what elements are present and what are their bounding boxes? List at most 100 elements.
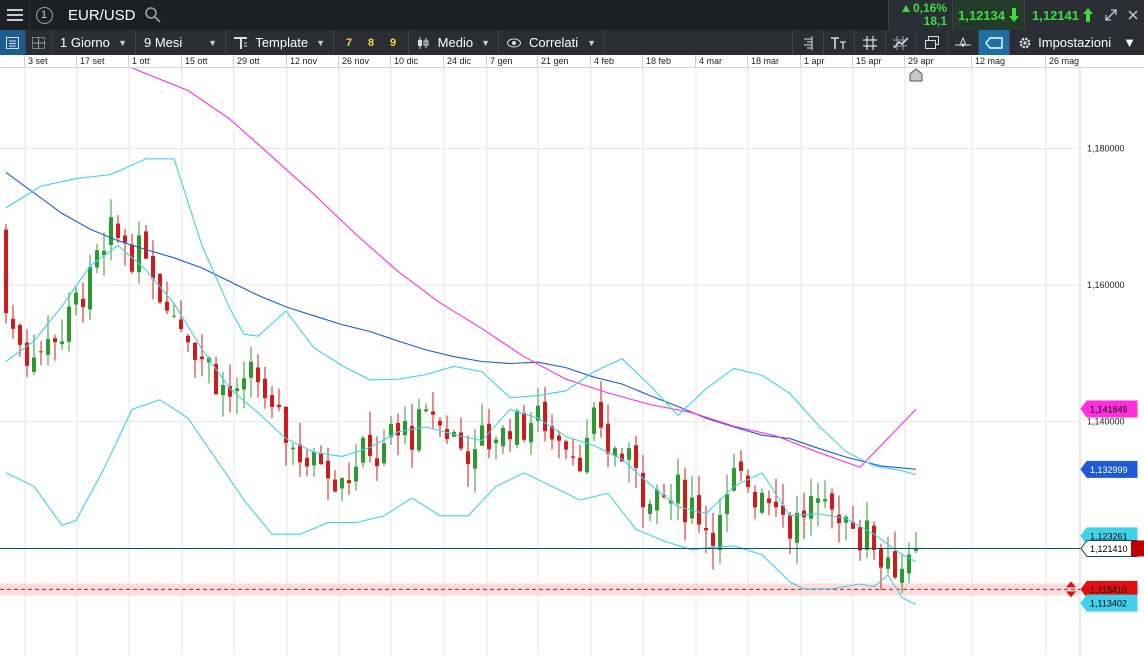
candle-body[interactable] [256,367,260,383]
price-tag[interactable]: 1,141849 [1080,400,1138,418]
candle-body[interactable] [305,457,309,467]
related-dropdown[interactable]: Correlati ▼ [499,30,605,55]
candle-body[interactable] [557,435,561,441]
candle-body[interactable] [760,492,764,513]
candle-body[interactable] [830,493,834,510]
candle-body[interactable] [725,494,729,515]
candle-body[interactable] [60,341,64,345]
price-tag[interactable]: 1,132999 [1080,460,1138,478]
candle-body[interactable] [704,528,708,531]
sell-price-button[interactable]: 1,12134 [952,0,1024,30]
candle-body[interactable] [347,480,351,484]
candle-body[interactable] [186,335,190,343]
candle-body[interactable] [865,520,869,550]
candle-body[interactable] [690,497,694,519]
candle-body[interactable] [11,318,15,329]
candle-body[interactable] [123,235,127,243]
candle-body[interactable] [193,342,197,360]
candle-body[interactable] [606,423,610,454]
candle-body[interactable] [235,388,239,392]
candle-body[interactable] [431,411,435,415]
candle-body[interactable] [298,444,302,463]
candle-body[interactable] [718,515,722,551]
list-view-button[interactable] [0,30,26,55]
candle-body[interactable] [18,325,22,345]
candle-body[interactable] [522,412,526,440]
hamburger-menu-button[interactable] [0,0,30,30]
candle-body[interactable] [697,495,701,525]
candle-body[interactable] [179,319,183,330]
tag-tool-button[interactable] [978,30,1010,55]
candle-body[interactable] [788,515,792,539]
symbol-title[interactable]: EUR/USD [68,7,136,24]
range-dropdown[interactable]: 9 Mesi ▼ [136,30,226,55]
candle-body[interactable] [340,478,344,489]
candle-body[interactable] [473,449,477,469]
candle-body[interactable] [39,351,43,353]
candle-body[interactable] [627,448,631,460]
candle-body[interactable] [144,231,148,259]
chart-type-dropdown[interactable]: Medio ▼ [409,30,499,55]
candle-body[interactable] [711,532,715,547]
settings-dropdown[interactable]: Impostazioni ▼ [1009,30,1144,55]
candle-body[interactable] [109,217,113,245]
candle-body[interactable] [403,420,407,436]
candle-body[interactable] [4,229,8,314]
candle-body[interactable] [529,423,533,443]
candle-body[interactable] [494,439,498,444]
expand-button[interactable] [1100,0,1122,30]
candle-body[interactable] [81,298,85,308]
quick-button-8[interactable]: 8 [360,37,382,49]
candle-body[interactable] [116,223,120,238]
candle-body[interactable] [200,356,204,360]
quick-button-7[interactable]: 7 [338,37,360,49]
layout-button[interactable] [26,30,52,55]
candle-body[interactable] [746,475,750,488]
candle-body[interactable] [424,409,428,412]
interval-dropdown[interactable]: 1 Giorno ▼ [52,30,136,55]
search-icon[interactable] [144,6,162,24]
candle-body[interactable] [417,409,421,451]
candle-body[interactable] [634,445,638,468]
crosshair-button[interactable] [947,30,978,55]
candle-body[interactable] [46,338,50,355]
template-dropdown[interactable]: Template ▼ [226,30,334,55]
candle-body[interactable] [438,420,442,426]
price-chart[interactable]: 1,180000 1,160000 1,140000 1,141849 1,132999… [0,68,1144,655]
candle-body[interactable] [270,395,274,407]
candle-body[interactable] [564,441,568,450]
text-size-button[interactable] [823,30,854,55]
candle-body[interactable] [802,510,806,518]
candle-body[interactable] [879,548,883,568]
candle-body[interactable] [333,479,337,492]
candle-body[interactable] [263,378,267,399]
candle-body[interactable] [242,378,246,390]
candle-body[interactable] [508,431,512,440]
candle-body[interactable] [676,474,680,504]
windows-button[interactable] [916,30,947,55]
candle-body[interactable] [809,496,813,519]
candle-body[interactable] [900,568,904,583]
candle-body[interactable] [816,498,820,503]
candle-body[interactable] [501,427,505,447]
candle-body[interactable] [823,499,827,502]
close-button[interactable] [1122,0,1144,30]
candle-body[interactable] [599,401,603,428]
candle-body[interactable] [858,527,862,551]
candle-body[interactable] [277,404,281,408]
candle-body[interactable] [151,255,155,279]
candle-body[interactable] [445,428,449,440]
candle-body[interactable] [739,461,743,471]
candle-body[interactable] [655,489,659,511]
candle-body[interactable] [137,235,141,273]
candle-body[interactable] [368,434,372,456]
candle-body[interactable] [767,498,771,504]
quick-button-9[interactable]: 9 [382,37,404,49]
buy-price-button[interactable]: 1,12141 [1024,0,1100,30]
indicators-button[interactable] [885,30,916,55]
candle-body[interactable] [466,451,470,465]
price-tag[interactable]: 1,113402 [1080,594,1138,612]
candle-body[interactable] [774,501,778,508]
candle-body[interactable] [382,443,386,464]
candle-body[interactable] [396,423,400,436]
